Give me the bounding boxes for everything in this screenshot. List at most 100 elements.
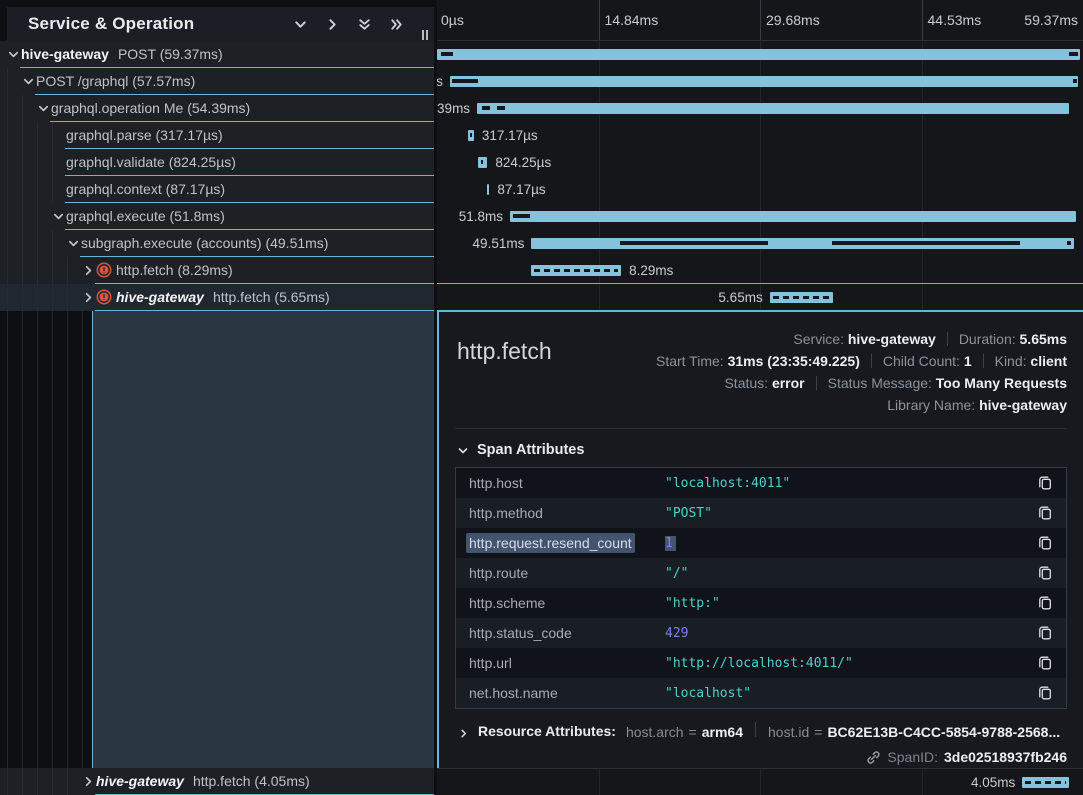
indent-guide: [22, 176, 23, 203]
tree-panel-title: Service & Operation: [28, 14, 194, 34]
attribute-row[interactable]: http.url"http://localhost:4011/": [456, 648, 1066, 678]
indent-guide: [22, 95, 23, 122]
span-tree-row[interactable]: http.fetch (8.29ms): [0, 257, 434, 284]
indent-guide: [22, 768, 23, 795]
copy-icon[interactable]: [1037, 535, 1053, 551]
ruler-gridline: [599, 0, 600, 40]
span-duration-bar[interactable]: [437, 49, 1080, 60]
span-tree-row[interactable]: hive-gatewayhttp.fetch (5.65ms): [0, 284, 434, 311]
indent-guide: [37, 149, 38, 176]
attribute-row[interactable]: http.status_code429: [456, 618, 1066, 648]
span-duration-bar[interactable]: [510, 211, 1076, 222]
timeline-row: 57.57ms: [437, 68, 1083, 95]
indent-guide: [22, 257, 23, 284]
span-attributes-section-toggle[interactable]: Span Attributes: [457, 442, 1067, 458]
resource-separator: [755, 722, 756, 737]
resource-attributes-label: Resource Attributes:: [478, 723, 616, 739]
link-icon[interactable]: [866, 750, 881, 765]
indent-guide: [67, 257, 68, 284]
attribute-row[interactable]: http.host"localhost:4011": [456, 468, 1066, 498]
resource-value: BC62E13B-C4CC-5854-9788-2568...: [827, 724, 1060, 740]
tree-header-icons: [293, 7, 404, 41]
double-chevron-right-icon[interactable]: [389, 17, 404, 32]
copy-icon[interactable]: [1037, 475, 1053, 491]
copy-icon[interactable]: [1037, 625, 1053, 641]
span-duration-bar[interactable]: [1022, 777, 1069, 788]
copy-icon[interactable]: [1037, 565, 1053, 581]
chevron-down-icon[interactable]: [67, 237, 80, 250]
indent-guide: [37, 230, 38, 257]
child-span-marker: [452, 79, 478, 83]
chevron-right-icon[interactable]: [82, 291, 95, 304]
indent-guide: [52, 149, 53, 176]
span-tree-row[interactable]: graphql.validate (824.25µs): [0, 149, 434, 176]
span-duration-bar[interactable]: [477, 103, 1069, 114]
attribute-value: "http://localhost:4011/": [665, 656, 1037, 671]
span-tree-row[interactable]: subgraph.execute (accounts) (49.51ms): [0, 230, 434, 257]
indent-guide: [52, 284, 53, 311]
attribute-key: http.method: [469, 505, 665, 521]
chevron-down-icon[interactable]: [52, 210, 65, 223]
meta-separator: [947, 332, 948, 346]
child-span-marker: [620, 241, 768, 245]
attribute-key: net.host.name: [469, 685, 665, 701]
indent-guide: [7, 284, 8, 311]
span-tree-row[interactable]: graphql.operation Me (54.39ms): [0, 95, 434, 122]
indent-guide: [37, 122, 38, 149]
timeline-row: 49.51ms: [437, 230, 1083, 257]
span-tree-row[interactable]: graphql.context (87.17µs): [0, 176, 434, 203]
panel-resize-handle[interactable]: [422, 30, 428, 40]
attribute-key: http.url: [469, 655, 665, 671]
copy-icon[interactable]: [1037, 655, 1053, 671]
chevron-down-icon[interactable]: [293, 17, 308, 32]
attribute-row[interactable]: http.request.resend_count1: [456, 528, 1066, 558]
span-tree-row[interactable]: hive-gatewayPOST (59.37ms): [0, 41, 434, 68]
attribute-row[interactable]: http.route"/": [456, 558, 1066, 588]
equals-sign: =: [689, 724, 697, 740]
attribute-row[interactable]: net.host.name"localhost": [456, 678, 1066, 708]
chevron-down-icon[interactable]: [7, 48, 20, 61]
chevron-down-icon: [457, 444, 469, 456]
attribute-value: "http:": [665, 596, 1037, 611]
span-row-label: subgraph.execute (accounts) (49.51ms): [81, 230, 328, 257]
ruler-tick-label: 44.53ms: [928, 0, 982, 41]
indent-guide: [52, 311, 53, 768]
ruler-tick-label: 59.37ms: [1024, 0, 1078, 41]
service-name: hive-gateway: [21, 46, 109, 62]
attribute-row[interactable]: http.scheme"http:": [456, 588, 1066, 618]
span-duration-bar[interactable]: [478, 157, 488, 168]
detail-divider: [455, 428, 1067, 429]
chevron-right-icon[interactable]: [82, 264, 95, 277]
double-chevron-down-icon[interactable]: [357, 17, 372, 32]
span-duration-bar[interactable]: [531, 265, 621, 276]
expanded-span-region: [0, 311, 434, 768]
span-duration-bar[interactable]: [487, 184, 490, 195]
timeline-row: 87.17µs: [437, 176, 1083, 203]
chevron-right-icon[interactable]: [82, 775, 95, 788]
meta-value: hive-gateway: [848, 331, 936, 347]
span-row-label: hive-gatewayhttp.fetch (5.65ms): [116, 284, 330, 311]
span-duration-bar[interactable]: [468, 130, 474, 141]
attribute-value: "localhost": [665, 686, 1037, 701]
bar-duration-label: 824.25µs: [495, 149, 551, 176]
span-tree-row[interactable]: graphql.execute (51.8ms): [0, 203, 434, 230]
child-span-marker: [470, 133, 472, 137]
span-duration-bar[interactable]: [770, 292, 833, 303]
bar-duration-label: 49.51ms: [473, 230, 525, 257]
tree-header: Service & Operation: [0, 0, 434, 41]
span-duration-bar[interactable]: [450, 76, 1079, 87]
copy-icon[interactable]: [1037, 595, 1053, 611]
resource-attributes-row[interactable]: Resource Attributes: host.arch=arm64host…: [455, 722, 1067, 740]
chevron-down-icon[interactable]: [37, 102, 50, 115]
span-duration-bar[interactable]: [531, 238, 1074, 249]
indent-guide: [67, 284, 68, 311]
chevron-right-icon[interactable]: [325, 17, 340, 32]
attribute-row[interactable]: http.method"POST": [456, 498, 1066, 528]
span-tree-row[interactable]: graphql.parse (317.17µs): [0, 122, 434, 149]
span-tree-row[interactable]: POST /graphql (57.57ms): [0, 68, 434, 95]
copy-icon[interactable]: [1037, 505, 1053, 521]
span-tree-row[interactable]: hive-gatewayhttp.fetch (4.05ms): [0, 768, 434, 795]
indent-guide: [37, 257, 38, 284]
chevron-down-icon[interactable]: [22, 75, 35, 88]
copy-icon[interactable]: [1037, 685, 1053, 701]
